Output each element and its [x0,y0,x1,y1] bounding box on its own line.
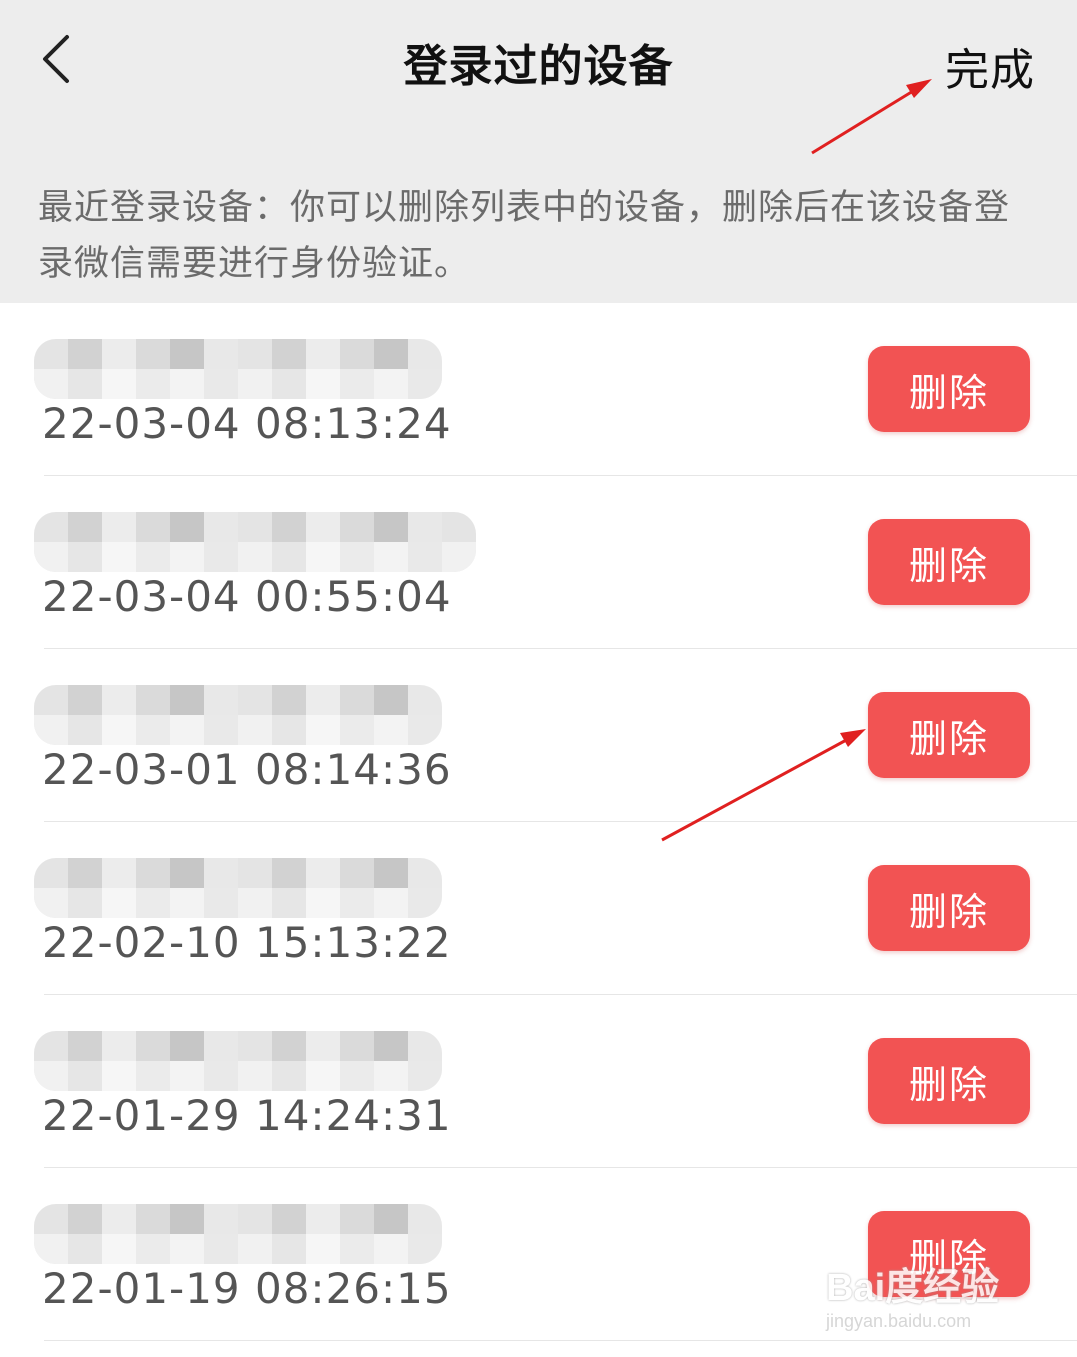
divider [44,1340,1077,1341]
done-button[interactable]: 完成 [945,34,1035,98]
header: 登录过的设备 完成 最近登录设备：你可以删除列表中的设备，删除后在该设备登录微信… [0,0,1077,303]
description-text: 最近登录设备：你可以删除列表中的设备，删除后在该设备登录微信需要进行身份验证。 [38,188,1011,284]
delete-button[interactable]: 删除 [868,1038,1030,1124]
login-time: 22-02-10 15:13:22 [42,918,452,967]
device-name-blurred [34,685,442,745]
delete-button[interactable]: 删除 [868,865,1030,951]
delete-button[interactable]: 删除 [868,519,1030,605]
login-time: 22-03-04 08:13:24 [42,399,452,448]
device-name-blurred [34,512,476,572]
watermark-url: jingyan.baidu.com [826,1311,972,1331]
device-row: 22-03-04 08:13:24 删除 [0,303,1077,476]
baidu-watermark: Bai度经验 jingyan.baidu.com [826,1256,1036,1336]
device-row: 22-03-04 00:55:04 删除 [0,476,1077,649]
login-time: 22-03-01 08:14:36 [42,745,452,794]
delete-button[interactable]: 删除 [868,346,1030,432]
device-name-blurred [34,1204,442,1264]
page-title: 登录过的设备 [403,41,674,92]
login-time: 22-03-04 00:55:04 [42,572,452,621]
device-name-blurred [34,858,442,918]
delete-button[interactable]: 删除 [868,692,1030,778]
device-row: 22-03-01 08:14:36 删除 [0,649,1077,822]
device-row: 22-02-10 15:13:22 删除 [0,822,1077,995]
device-list: 22-03-04 08:13:24 删除 22-03-04 00:55:04 删… [0,303,1077,1341]
watermark-logo: Bai度经验 [826,1267,1000,1309]
login-devices-page: 登录过的设备 完成 最近登录设备：你可以删除列表中的设备，删除后在该设备登录微信… [0,0,1077,1357]
login-time: 22-01-19 08:26:15 [42,1264,452,1313]
device-row: 22-01-29 14:24:31 删除 [0,995,1077,1168]
device-name-blurred [34,339,442,399]
device-name-blurred [34,1031,442,1091]
login-time: 22-01-29 14:24:31 [42,1091,452,1140]
